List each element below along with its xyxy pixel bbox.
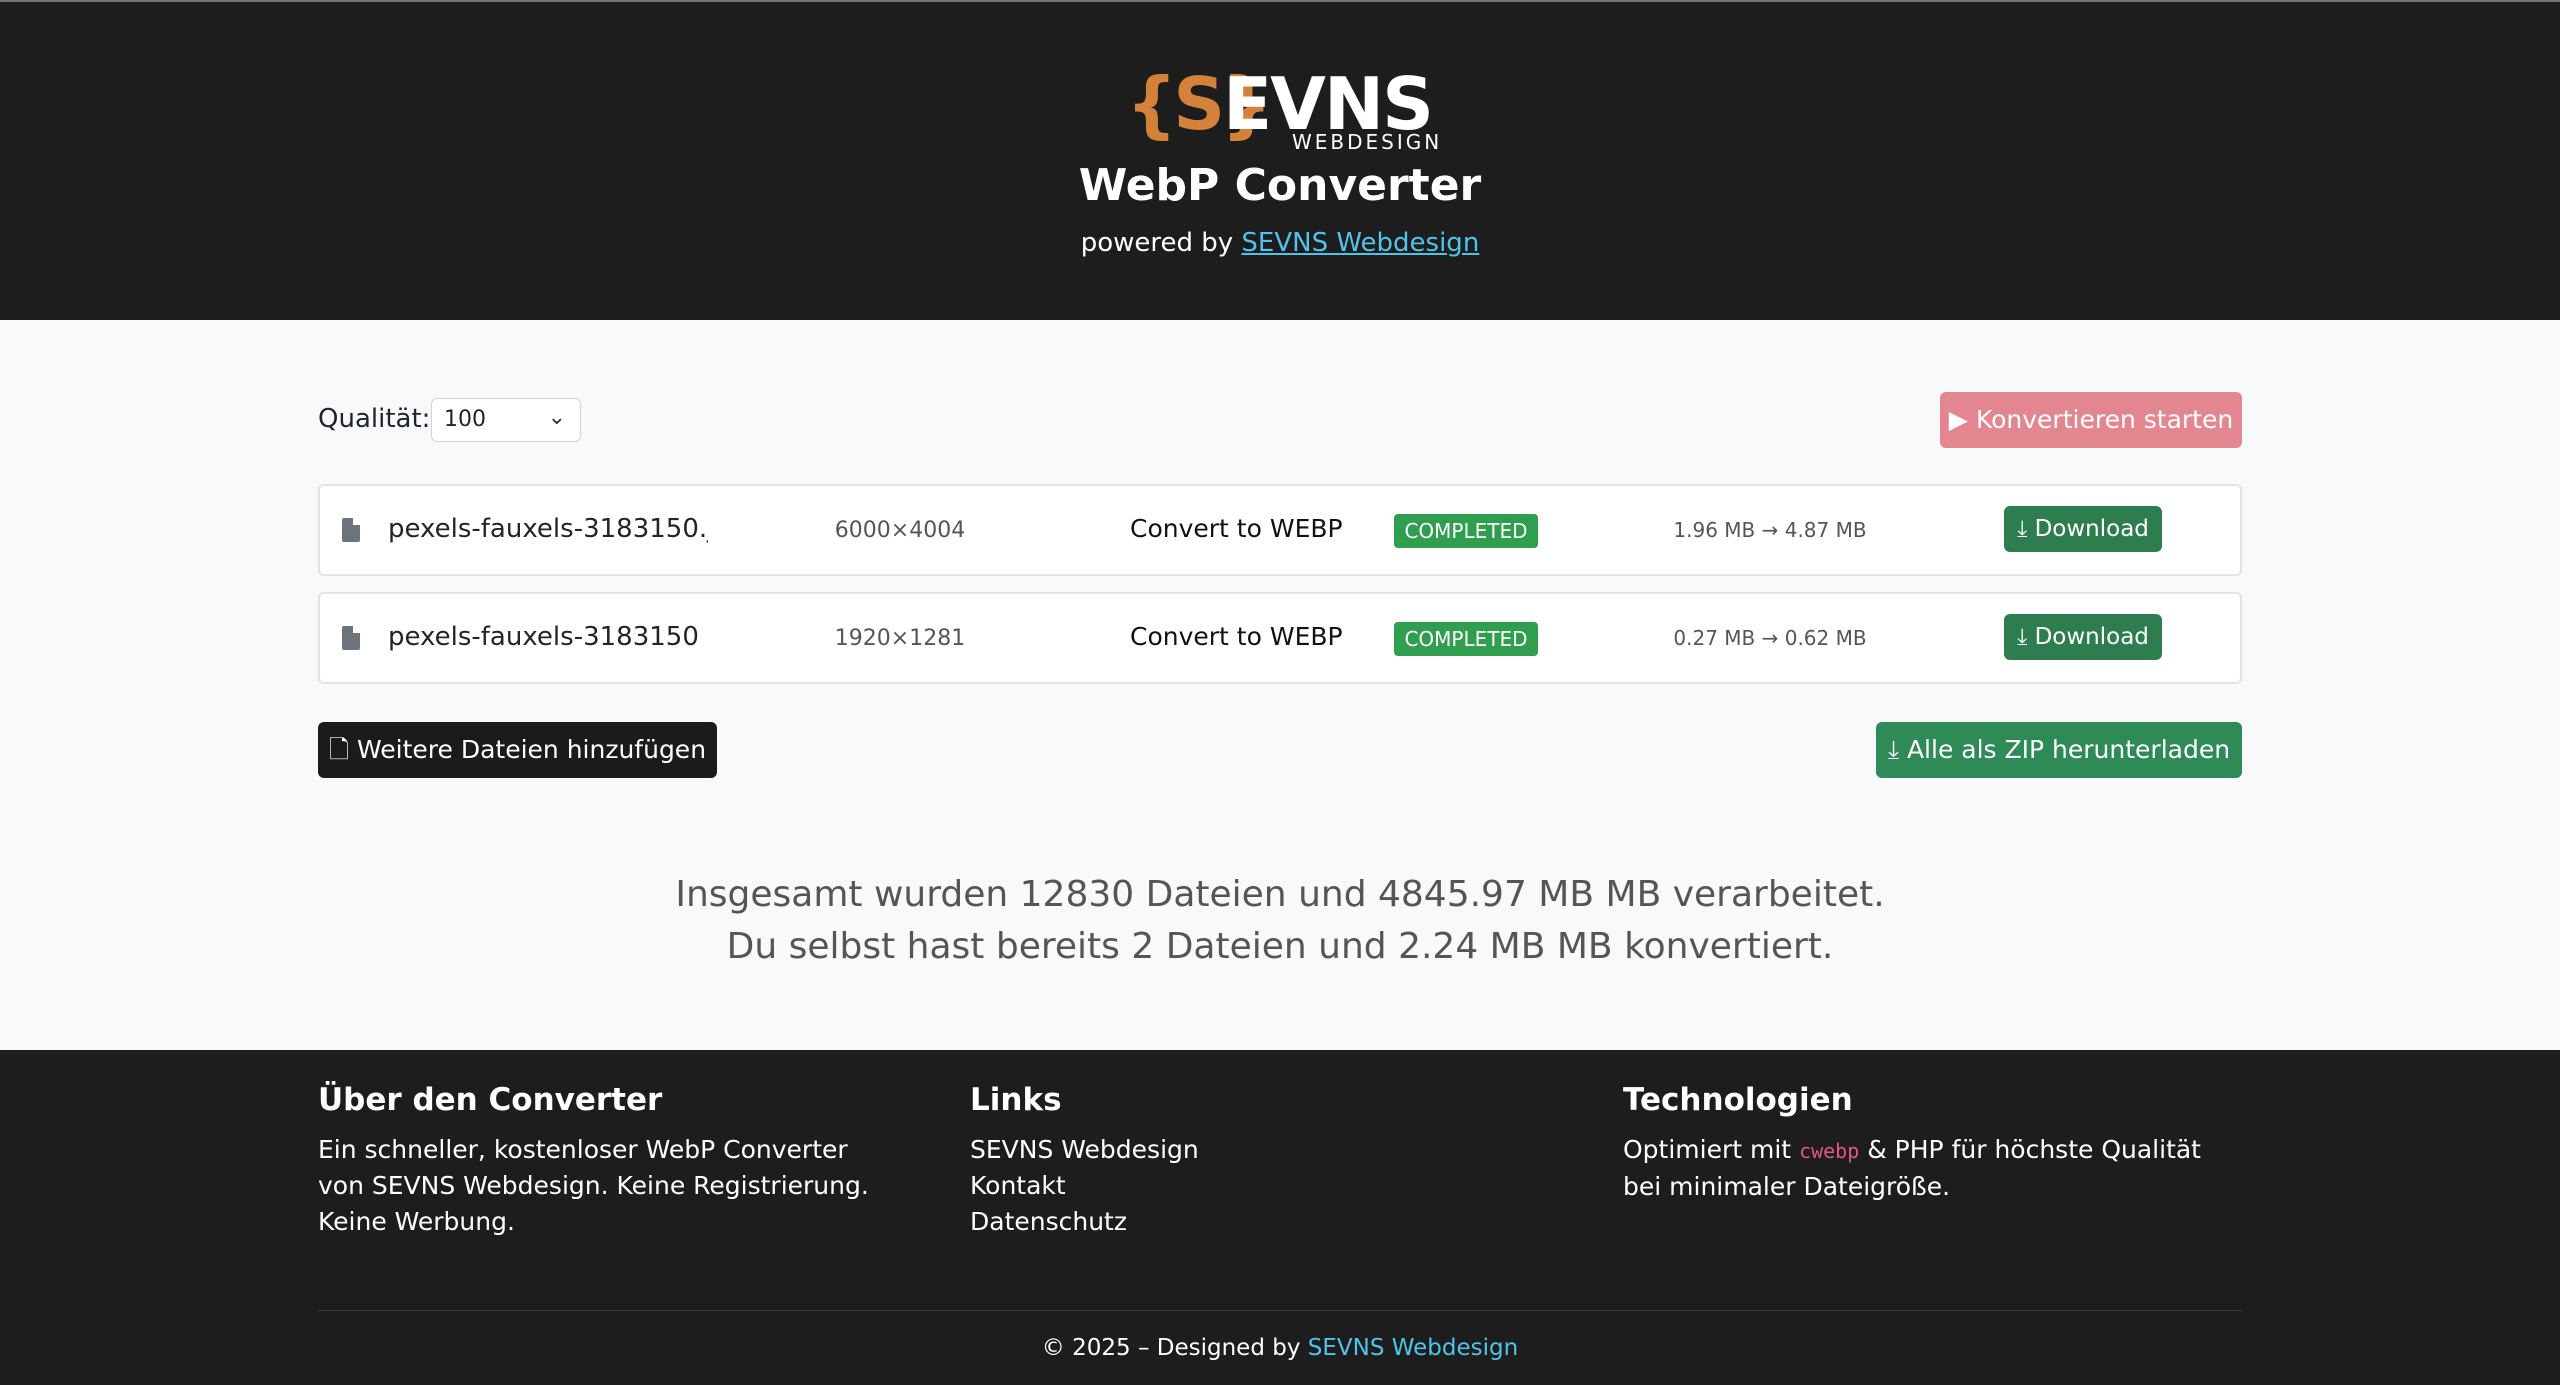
footer-links: Links SEVNS Webdesign Kontakt Datenschut… — [970, 1082, 1570, 1240]
file-action: Convert to WEBP — [1130, 514, 1343, 543]
footer-about: Über den Converter Ein schneller, kosten… — [318, 1082, 888, 1240]
tech-prefix: Optimiert mit — [1623, 1135, 1792, 1164]
file-dimensions: 1920×1281 — [834, 626, 966, 651]
file-icon — [342, 518, 360, 542]
zip-download-label: Alle als ZIP herunterladen — [1906, 735, 2231, 764]
file-row: pexels-fauxels-3183150 (1).jpg 1920×1281… — [318, 592, 2242, 684]
file-name: pexels-fauxels-3183150.jpg — [388, 514, 708, 544]
global-stats: Insgesamt wurden 12830 Dateien und 4845.… — [675, 874, 1885, 915]
add-files-label: Weitere Dateien hinzufügen — [357, 735, 707, 764]
sevns-logo[interactable]: {S} EVNS WEBDESIGN — [1126, 62, 1439, 157]
start-convert-button[interactable]: ▶ Konvertieren starten — [1940, 392, 2242, 448]
footer-link-kontakt[interactable]: Kontakt — [970, 1168, 1570, 1204]
footer-about-text: Ein schneller, kostenloser WebP Converte… — [318, 1135, 869, 1236]
file-row: pexels-fauxels-3183150.jpg 6000×4004 Con… — [318, 484, 2242, 576]
footer-link-sevns[interactable]: SEVNS Webdesign — [970, 1132, 1570, 1168]
user-stats: Du selbst hast bereits 2 Dateien und 2.2… — [726, 926, 1834, 967]
site-header: {S} EVNS WEBDESIGN WebP Converter powere… — [0, 0, 2560, 320]
footer-tech-title: Technologien — [1623, 1082, 1853, 1118]
quality-label: Qualität: — [318, 404, 431, 434]
add-files-button[interactable]: 🗋 Weitere Dateien hinzufügen — [318, 722, 717, 778]
converter-main: Qualität: 100 ⌄ ▶ Konvertieren starten p… — [318, 320, 2242, 1050]
page-title: WebP Converter — [1078, 160, 1482, 211]
footer-tech-text: Optimiert mit cwebp & PHP für höchste Qu… — [1623, 1132, 2243, 1205]
file-dimensions: 6000×4004 — [834, 518, 966, 543]
file-icon — [342, 626, 360, 650]
copyright-link[interactable]: SEVNS Webdesign — [1308, 1335, 1518, 1361]
download-icon: ⤓ — [2017, 516, 2028, 542]
tech-code: cwebp — [1799, 1139, 1860, 1163]
status-badge: COMPLETED — [1394, 622, 1538, 656]
copyright: © 2025 – Designed by SEVNS Webdesign — [0, 1335, 2560, 1361]
logo-subtext: WEBDESIGN — [1292, 130, 1443, 154]
download-icon: ⤓ — [1887, 735, 1899, 764]
download-label: Download — [2034, 516, 2149, 542]
footer-links-title: Links — [970, 1082, 1062, 1118]
download-label: Download — [2034, 624, 2149, 650]
file-action: Convert to WEBP — [1130, 622, 1343, 651]
file-size-change: 1.96 MB → 4.87 MB — [1673, 518, 1867, 542]
file-name: pexels-fauxels-3183150 (1).jpg — [388, 622, 708, 652]
zip-download-button[interactable]: ⤓ Alle als ZIP herunterladen — [1876, 722, 2242, 778]
footer-divider — [318, 1310, 2242, 1311]
start-convert-label: Konvertieren starten — [1975, 405, 2234, 434]
status-badge: COMPLETED — [1394, 514, 1538, 548]
download-button[interactable]: ⤓ Download — [2004, 506, 2162, 552]
powered-by-prefix: powered by — [1080, 228, 1234, 258]
file-size-change: 0.27 MB → 0.62 MB — [1673, 626, 1867, 650]
powered-by: powered by SEVNS Webdesign — [0, 228, 2560, 258]
quality-value: 100 — [444, 407, 486, 432]
copyright-prefix: © 2025 – Designed by — [1041, 1335, 1301, 1361]
download-icon: ⤓ — [2017, 624, 2028, 650]
footer-about-title: Über den Converter — [318, 1082, 663, 1118]
add-file-icon: 🗋 — [328, 735, 350, 764]
footer-tech: Technologien Optimiert mit cwebp & PHP f… — [1623, 1082, 2243, 1205]
site-footer: Über den Converter Ein schneller, kosten… — [0, 1050, 2560, 1385]
powered-by-link[interactable]: SEVNS Webdesign — [1241, 228, 1479, 258]
chevron-down-icon: ⌄ — [547, 405, 566, 430]
play-icon: ▶ — [1948, 405, 1969, 434]
quality-select[interactable]: 100 ⌄ — [431, 398, 581, 442]
download-button[interactable]: ⤓ Download — [2004, 614, 2162, 660]
footer-link-datenschutz[interactable]: Datenschutz — [970, 1204, 1570, 1240]
